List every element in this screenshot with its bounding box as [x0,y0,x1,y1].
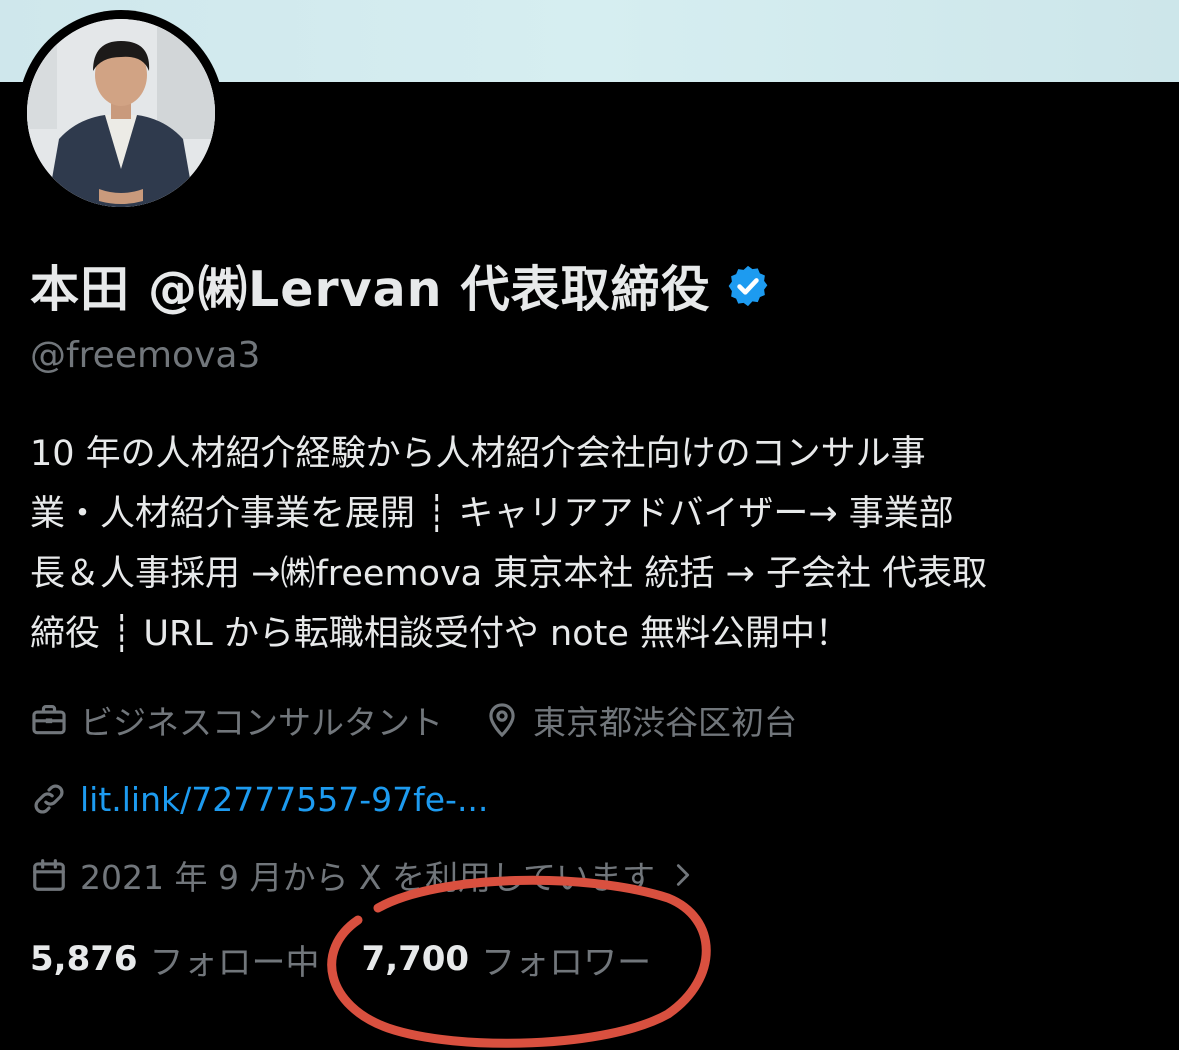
bio-line: 業・人材紹介事業を展開 ┊ キャリアアドバイザー→ 事業部 [30,494,954,534]
following-count[interactable]: 5,876 [30,939,138,979]
profile-link[interactable]: lit.link/72777557-97fe-... [30,774,488,824]
briefcase-icon [32,704,66,735]
following-label[interactable]: フォロー中 [150,935,320,984]
location-text: 東京都渋谷区初台 [533,703,797,742]
link-icon [34,784,64,814]
bio-line: 長＆人事採用 →㈱freemova 東京本社 統括 → 子会社 代表取 [30,554,988,594]
bio-line: 10 年の人材紹介経験から人材紹介会社向けのコンサル事 [30,434,926,474]
bio-line: 締役 ┊ URL から転職相談受付や note 無料公開中！ [30,614,850,654]
avatar-photo [27,19,215,207]
profile-link-text[interactable]: lit.link/72777557-97fe-... [80,780,488,819]
location-pin-icon [489,703,515,738]
avatar[interactable] [18,10,224,216]
display-name: 本田 @㈱Lervan 代表取締役 [30,261,711,318]
category-text: ビジネスコンサルタント [80,703,443,742]
profile-meta-row: ビジネスコンサルタント 東京都渋谷区初台 [30,695,797,745]
avatar-person-illustration [27,19,215,207]
calendar-icon [33,859,65,891]
highlight-circle-annotation [327,875,711,1048]
verified-badge-icon[interactable] [725,263,771,309]
profile-category: ビジネスコンサルタント [30,696,443,744]
profile-handle: @freemova3 [30,335,261,376]
profile-bio: 10 年の人材紹介経験から人材紹介会社向けのコンサル事 業・人材紹介事業を展開 … [30,424,1160,664]
profile-location: 東京都渋谷区初台 [483,696,797,744]
profile-name-row: 本田 @㈱Lervan 代表取締役 [30,250,771,321]
